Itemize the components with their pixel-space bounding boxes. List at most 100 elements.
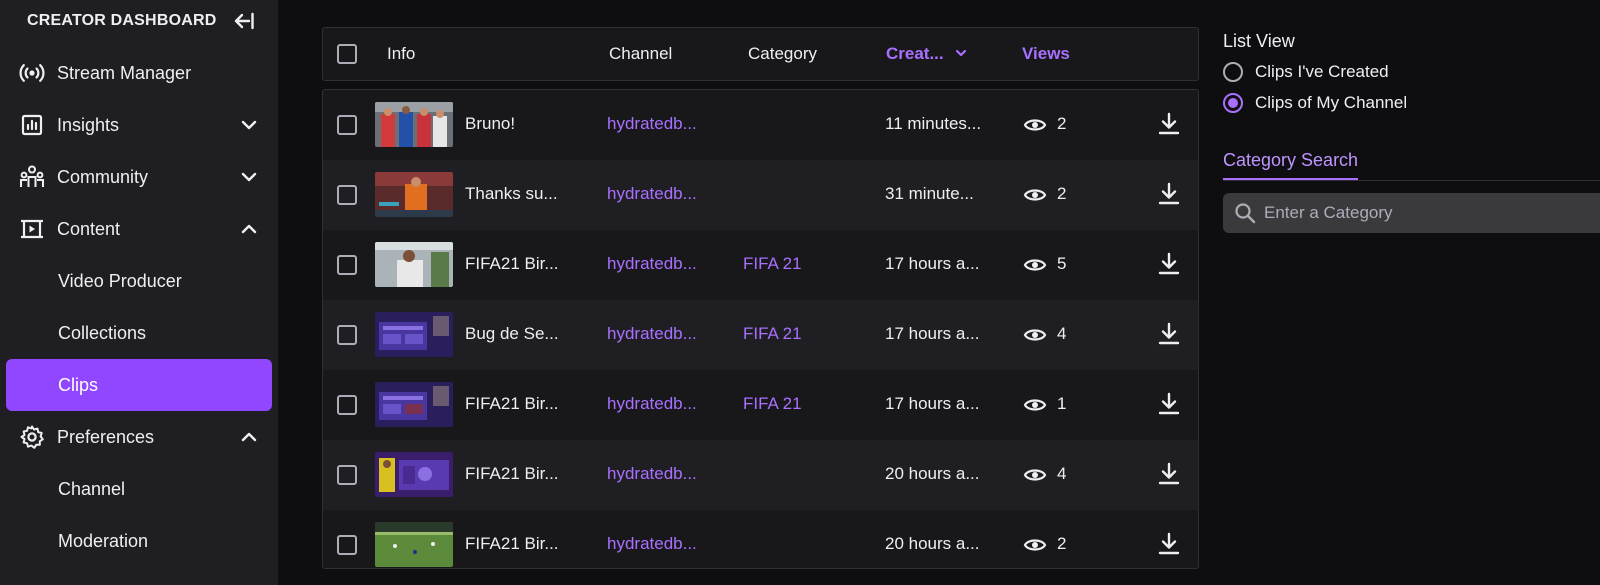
radio-label[interactable]: Clips of My Channel <box>1255 93 1407 113</box>
clip-category-link[interactable]: FIFA 21 <box>743 254 802 274</box>
clip-views: 4 <box>1057 324 1067 343</box>
chevron-down-icon[interactable] <box>238 166 260 188</box>
eye-icon <box>1023 253 1047 277</box>
clip-title[interactable]: FIFA21 Bir... <box>465 534 559 554</box>
table-row[interactable]: FIFA21 Bir... hydratedb... FIFA 21 17 ho… <box>323 370 1198 440</box>
clip-title[interactable]: FIFA21 Bir... <box>465 394 559 414</box>
list-view-title: List View <box>1223 31 1295 51</box>
radio-clips-of-my-channel[interactable]: Clips of My Channel <box>1223 93 1407 113</box>
sidebar-item-preferences[interactable]: Preferences <box>6 411 272 463</box>
chevron-down-icon[interactable] <box>238 114 260 136</box>
clip-thumbnail[interactable] <box>375 312 453 357</box>
chevron-up-icon[interactable] <box>238 426 260 448</box>
clip-thumbnail[interactable] <box>375 382 453 427</box>
clip-thumbnail[interactable] <box>375 522 453 567</box>
row-checkbox[interactable] <box>337 325 357 345</box>
eye-icon <box>1023 113 1047 137</box>
download-icon[interactable] <box>1156 321 1182 347</box>
sidebar-item-label: Moderation <box>58 530 149 551</box>
clip-views: 1 <box>1057 394 1067 413</box>
clip-title[interactable]: FIFA21 Bir... <box>465 464 559 484</box>
chart-icon <box>18 111 46 139</box>
sidebar-item-label: Preferences <box>57 426 155 447</box>
clip-title[interactable]: Bruno! <box>465 114 515 134</box>
column-header-info[interactable]: Info <box>387 44 415 64</box>
clip-channel-link[interactable]: hydratedb... <box>607 254 697 274</box>
clip-created-time: 17 hours a... <box>885 254 980 273</box>
clip-created-time: 20 hours a... <box>885 464 980 483</box>
select-all-checkbox[interactable] <box>337 44 357 64</box>
download-icon[interactable] <box>1156 531 1182 557</box>
clip-category-link[interactable]: FIFA 21 <box>743 324 802 344</box>
clip-category-link[interactable]: FIFA 21 <box>743 394 802 414</box>
sidebar-item-label: Community <box>57 166 149 187</box>
clip-channel-link[interactable]: hydratedb... <box>607 324 697 344</box>
clip-created-time: 17 hours a... <box>885 394 980 413</box>
sidebar-item-clips[interactable]: Clips <box>6 359 272 411</box>
clip-thumbnail[interactable] <box>375 172 453 217</box>
clip-title[interactable]: Bug de Se... <box>465 324 559 344</box>
eye-icon <box>1023 463 1047 487</box>
clip-channel-link[interactable]: hydratedb... <box>607 394 697 414</box>
sidebar-item-label: Channel <box>58 478 126 499</box>
sidebar-item-moderation[interactable]: Moderation <box>6 515 272 567</box>
table-row[interactable]: FIFA21 Bir... hydratedb... 20 hours a...… <box>323 440 1198 510</box>
table-row[interactable]: Bug de Se... hydratedb... FIFA 21 17 hou… <box>323 300 1198 370</box>
row-checkbox[interactable] <box>337 115 357 135</box>
sidebar-item-video-producer[interactable]: Video Producer <box>6 255 272 307</box>
clip-thumbnail[interactable] <box>375 102 453 147</box>
category-search-box[interactable] <box>1223 193 1600 233</box>
download-icon[interactable] <box>1156 391 1182 417</box>
sidebar-item-community[interactable]: Community <box>6 151 272 203</box>
clip-title[interactable]: FIFA21 Bir... <box>465 254 559 274</box>
eye-icon <box>1023 533 1047 557</box>
sidebar-item-label: Collections <box>58 322 147 343</box>
clip-channel-link[interactable]: hydratedb... <box>607 114 697 134</box>
sidebar-item-label: Content <box>57 218 121 239</box>
column-header-created[interactable]: Creat... <box>886 44 944 64</box>
row-checkbox[interactable] <box>337 465 357 485</box>
download-icon[interactable] <box>1156 111 1182 137</box>
download-icon[interactable] <box>1156 181 1182 207</box>
clip-created-time: 31 minute... <box>885 184 974 203</box>
row-checkbox[interactable] <box>337 535 357 555</box>
table-row[interactable]: Bruno! hydratedb... 11 minutes... 2 <box>323 90 1198 160</box>
column-header-channel[interactable]: Channel <box>609 44 672 64</box>
column-header-views[interactable]: Views <box>1022 44 1070 64</box>
clip-channel-link[interactable]: hydratedb... <box>607 534 697 554</box>
row-checkbox[interactable] <box>337 255 357 275</box>
broadcast-icon <box>18 59 46 87</box>
row-checkbox[interactable] <box>337 395 357 415</box>
clip-thumbnail[interactable] <box>375 452 453 497</box>
sidebar-item-content[interactable]: Content <box>6 203 272 255</box>
clip-created-time: 11 minutes... <box>885 114 982 133</box>
sidebar-item-channel[interactable]: Channel <box>6 463 272 515</box>
clip-channel-link[interactable]: hydratedb... <box>607 464 697 484</box>
category-search-input[interactable] <box>1264 203 1584 223</box>
chevron-up-icon[interactable] <box>238 218 260 240</box>
table-row[interactable]: Thanks su... hydratedb... 31 minute... 2 <box>323 160 1198 230</box>
download-icon[interactable] <box>1156 251 1182 277</box>
sidebar-item-stream-manager[interactable]: Stream Manager <box>6 47 272 99</box>
clip-title[interactable]: Thanks su... <box>465 184 558 204</box>
table-row[interactable]: FIFA21 Bir... hydratedb... FIFA 21 17 ho… <box>323 230 1198 300</box>
sidebar-item-label: Stream Manager <box>57 62 192 83</box>
tab-category-search[interactable]: Category Search <box>1223 150 1359 180</box>
download-icon[interactable] <box>1156 461 1182 487</box>
radio-button-selected[interactable] <box>1223 93 1243 113</box>
collapse-sidebar-icon[interactable] <box>232 11 256 31</box>
sort-chevron-down-icon[interactable] <box>954 46 968 65</box>
clip-views: 2 <box>1057 114 1067 133</box>
radio-clips-created[interactable]: Clips I've Created <box>1223 62 1389 82</box>
row-checkbox[interactable] <box>337 185 357 205</box>
column-header-category[interactable]: Category <box>748 44 817 64</box>
radio-button[interactable] <box>1223 62 1243 82</box>
table-row[interactable]: FIFA21 Bir... hydratedb... 20 hours a...… <box>323 510 1198 568</box>
clip-channel-link[interactable]: hydratedb... <box>607 184 697 204</box>
sidebar-item-label: Insights <box>57 114 120 135</box>
clip-thumbnail[interactable] <box>375 242 453 287</box>
sidebar-item-collections[interactable]: Collections <box>6 307 272 359</box>
content-icon <box>18 215 46 243</box>
sidebar-item-insights[interactable]: Insights <box>6 99 272 151</box>
radio-label[interactable]: Clips I've Created <box>1255 62 1389 82</box>
